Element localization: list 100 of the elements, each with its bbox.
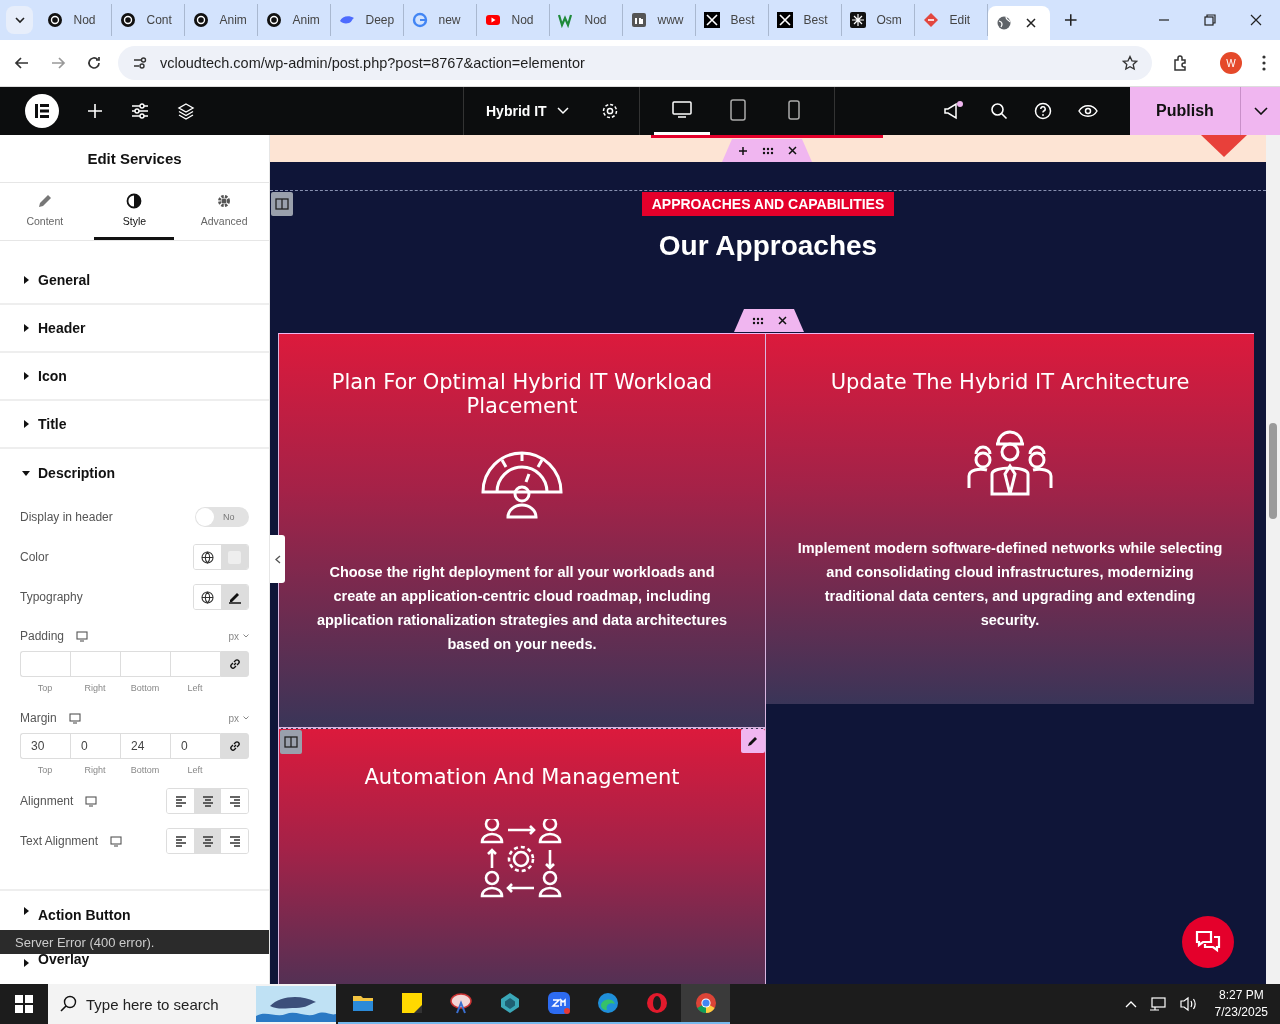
dimension-input[interactable]: 24 xyxy=(120,733,170,759)
align-center-button[interactable] xyxy=(194,789,221,813)
chat-button[interactable] xyxy=(1182,916,1234,968)
browser-tab[interactable]: Anim xyxy=(258,4,332,36)
dimension-input[interactable] xyxy=(20,651,70,677)
bookmark-star-icon[interactable] xyxy=(1122,55,1138,71)
align-left-icon xyxy=(174,835,187,847)
network-icon[interactable] xyxy=(1148,996,1167,1012)
panel-tab[interactable]: Style xyxy=(94,183,175,240)
column-icon[interactable] xyxy=(280,730,302,754)
publish-button[interactable]: Publish xyxy=(1130,87,1240,135)
page-selector[interactable]: Hybrid IT xyxy=(480,102,575,120)
desktop-icon[interactable] xyxy=(76,630,89,642)
card-title: Automation And Management xyxy=(364,765,680,789)
dimension-input[interactable] xyxy=(120,651,170,677)
volume-icon[interactable] xyxy=(1178,996,1197,1012)
column-icon[interactable] xyxy=(271,192,293,216)
edge-browser-icon xyxy=(595,991,620,1015)
browser-tab[interactable]: www xyxy=(623,4,697,36)
knot-logo-icon xyxy=(193,12,210,28)
desktop-icon[interactable] xyxy=(68,712,81,724)
align-center-button[interactable] xyxy=(194,829,221,853)
browser-tab[interactable]: Osm xyxy=(842,4,916,36)
tab-title: www xyxy=(657,13,684,27)
clock-date[interactable]: 7/23/2025 xyxy=(1214,1004,1268,1021)
toggle-switch[interactable]: No xyxy=(195,507,249,527)
start-windows-icon[interactable] xyxy=(15,995,33,1013)
desktop-icon[interactable] xyxy=(85,795,98,807)
browser-tab[interactable]: Anim xyxy=(185,4,259,36)
settings-icon[interactable] xyxy=(600,102,619,120)
settings-icon xyxy=(216,193,233,209)
browser-tab[interactable] xyxy=(988,6,1051,40)
browser-tab[interactable]: new xyxy=(404,4,478,36)
browser-tab[interactable]: Nod xyxy=(39,4,113,36)
search-icon[interactable] xyxy=(990,102,1008,120)
browser-tab[interactable]: Best xyxy=(696,4,770,36)
close-icon[interactable] xyxy=(1250,14,1262,26)
add-icon[interactable] xyxy=(737,145,748,156)
dimension-input[interactable]: 0 xyxy=(170,733,220,759)
browser-tab[interactable]: Best xyxy=(769,4,843,36)
drag-dots-icon[interactable] xyxy=(751,316,764,325)
browser-tab[interactable]: Nod xyxy=(477,4,551,36)
tab-title: Best xyxy=(730,13,755,27)
unit-selector[interactable]: px xyxy=(228,630,249,642)
back-icon[interactable] xyxy=(14,55,30,71)
browser-tab[interactable]: Deep xyxy=(331,4,405,36)
tab-search-button[interactable] xyxy=(6,6,34,34)
knot-logo-icon xyxy=(266,12,283,28)
link-values-button[interactable] xyxy=(220,651,249,677)
color-swatch-button[interactable] xyxy=(221,545,248,569)
dimension-input[interactable] xyxy=(170,651,220,677)
search-icon[interactable] xyxy=(60,995,78,1013)
scissors-app-icon xyxy=(448,991,473,1015)
browser-tab[interactable]: Cont xyxy=(112,4,186,36)
profile-avatar[interactable]: W xyxy=(1220,52,1242,74)
new-tab-icon[interactable] xyxy=(1064,13,1078,27)
tablet-icon xyxy=(729,98,746,121)
help-icon[interactable] xyxy=(1034,102,1052,120)
collapse-panel-button[interactable] xyxy=(270,535,285,583)
dimension-label: Right xyxy=(83,683,107,693)
clock-time[interactable]: 8:27 PM xyxy=(1218,987,1264,1004)
restore-icon[interactable] xyxy=(1204,14,1216,26)
address-field[interactable]: vcloudtech.com/wp-admin/post.php?post=8767&action=elementor xyxy=(118,46,1152,80)
forward-icon[interactable] xyxy=(50,55,66,71)
taskbar-app-button[interactable] xyxy=(681,984,730,1024)
edit-typography-button[interactable] xyxy=(221,585,248,609)
unit-selector[interactable]: px xyxy=(228,712,249,724)
caret-icon xyxy=(556,107,569,115)
reload-icon[interactable] xyxy=(86,55,102,71)
show-hidden-icons-icon[interactable] xyxy=(1124,1000,1137,1008)
close-icon[interactable] xyxy=(777,316,787,325)
card-description: Implement modern software-defined networks while selecting and consolidating cloud infrastructures, modernizing traditional data centers, and upgrading and extending security. xyxy=(796,539,1224,630)
settings-sliders-icon[interactable] xyxy=(131,103,149,119)
edit-widget-icon[interactable] xyxy=(741,729,765,753)
dimension-input[interactable]: 30 xyxy=(20,733,70,759)
panel-tab[interactable]: Content xyxy=(4,183,85,240)
elementor-logo-icon[interactable] xyxy=(25,94,59,128)
layers-icon[interactable] xyxy=(177,102,195,120)
site-settings-icon[interactable] xyxy=(132,55,148,71)
megaphone-icon[interactable] xyxy=(942,100,964,122)
tab-title: Nod xyxy=(584,13,607,27)
chevron-left-icon xyxy=(274,554,281,564)
monitor-icon xyxy=(671,100,692,119)
control-label: Color xyxy=(20,550,49,564)
link-values-button[interactable] xyxy=(220,733,249,759)
dimension-input[interactable]: 0 xyxy=(70,733,120,759)
close-icon[interactable] xyxy=(1026,18,1037,28)
desktop-icon[interactable] xyxy=(110,835,123,847)
preview-eye-icon[interactable] xyxy=(1078,104,1098,118)
panel-tab[interactable]: Advanced xyxy=(184,183,265,240)
drag-dots-icon[interactable] xyxy=(761,146,774,155)
browser-tab[interactable]: Nod xyxy=(550,4,624,36)
scrollbar[interactable] xyxy=(1266,135,1280,984)
tab-title: Nod xyxy=(511,13,534,27)
link-icon xyxy=(228,658,241,670)
close-icon[interactable] xyxy=(787,146,797,155)
dimension-label: Left xyxy=(186,765,204,775)
more-menu-icon[interactable] xyxy=(1262,55,1266,71)
play-logo-icon xyxy=(485,12,502,28)
dimension-input[interactable] xyxy=(70,651,120,677)
